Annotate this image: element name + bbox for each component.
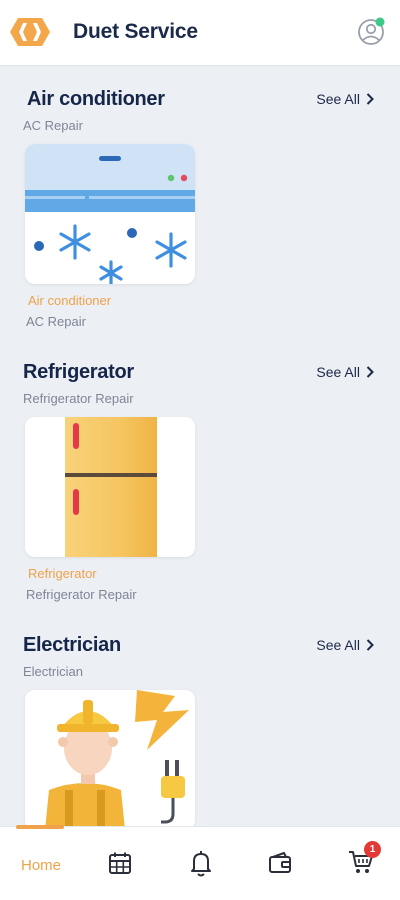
section-air-conditioner: Air conditioner AC Repair See All Air co… (0, 88, 400, 338)
see-all-label: See All (316, 637, 360, 653)
see-all-link[interactable]: See All (316, 637, 374, 653)
see-all-link[interactable]: See All (316, 364, 374, 380)
nav-home[interactable]: Home (21, 857, 61, 874)
active-tab-indicator (16, 825, 64, 829)
wallet-icon[interactable] (268, 851, 292, 875)
calendar-icon[interactable] (108, 851, 132, 875)
cart-button[interactable]: 1 (348, 841, 381, 880)
refrigerator-image (25, 417, 195, 557)
logo-icon[interactable] (10, 18, 50, 46)
chevron-right-icon (366, 366, 374, 378)
electrician-image (25, 690, 195, 830)
card-title: Refrigerator (28, 566, 97, 581)
bell-icon[interactable] (189, 849, 213, 877)
bottom-navigation: Home 1 (0, 825, 400, 900)
card-subtitle: AC Repair (26, 314, 86, 329)
service-card-electrician[interactable] (25, 690, 195, 830)
section-title: Electrician (23, 634, 121, 656)
card-title: Air conditioner (28, 293, 112, 308)
see-all-label: See All (316, 91, 360, 107)
service-card-air-conditioner[interactable] (25, 144, 195, 284)
section-subtitle: Electrician (23, 664, 83, 679)
cart-badge: 1 (364, 841, 381, 858)
section-subtitle: AC Repair (23, 118, 83, 133)
section-title: Refrigerator (23, 361, 134, 383)
chevron-right-icon (366, 93, 374, 105)
see-all-label: See All (316, 364, 360, 380)
app-title: Duet Service (73, 20, 198, 43)
section-title: Air conditioner (27, 88, 165, 110)
card-subtitle: Refrigerator Repair (26, 587, 137, 602)
see-all-link[interactable]: See All (316, 91, 374, 107)
air-conditioner-image (25, 144, 195, 284)
chevron-right-icon (366, 639, 374, 651)
service-card-refrigerator[interactable] (25, 417, 195, 557)
app-header: Duet Service (0, 0, 400, 66)
section-subtitle: Refrigerator Repair (23, 391, 134, 406)
user-profile-icon[interactable] (357, 16, 387, 46)
section-refrigerator: Refrigerator Refrigerator Repair See All… (0, 361, 400, 611)
